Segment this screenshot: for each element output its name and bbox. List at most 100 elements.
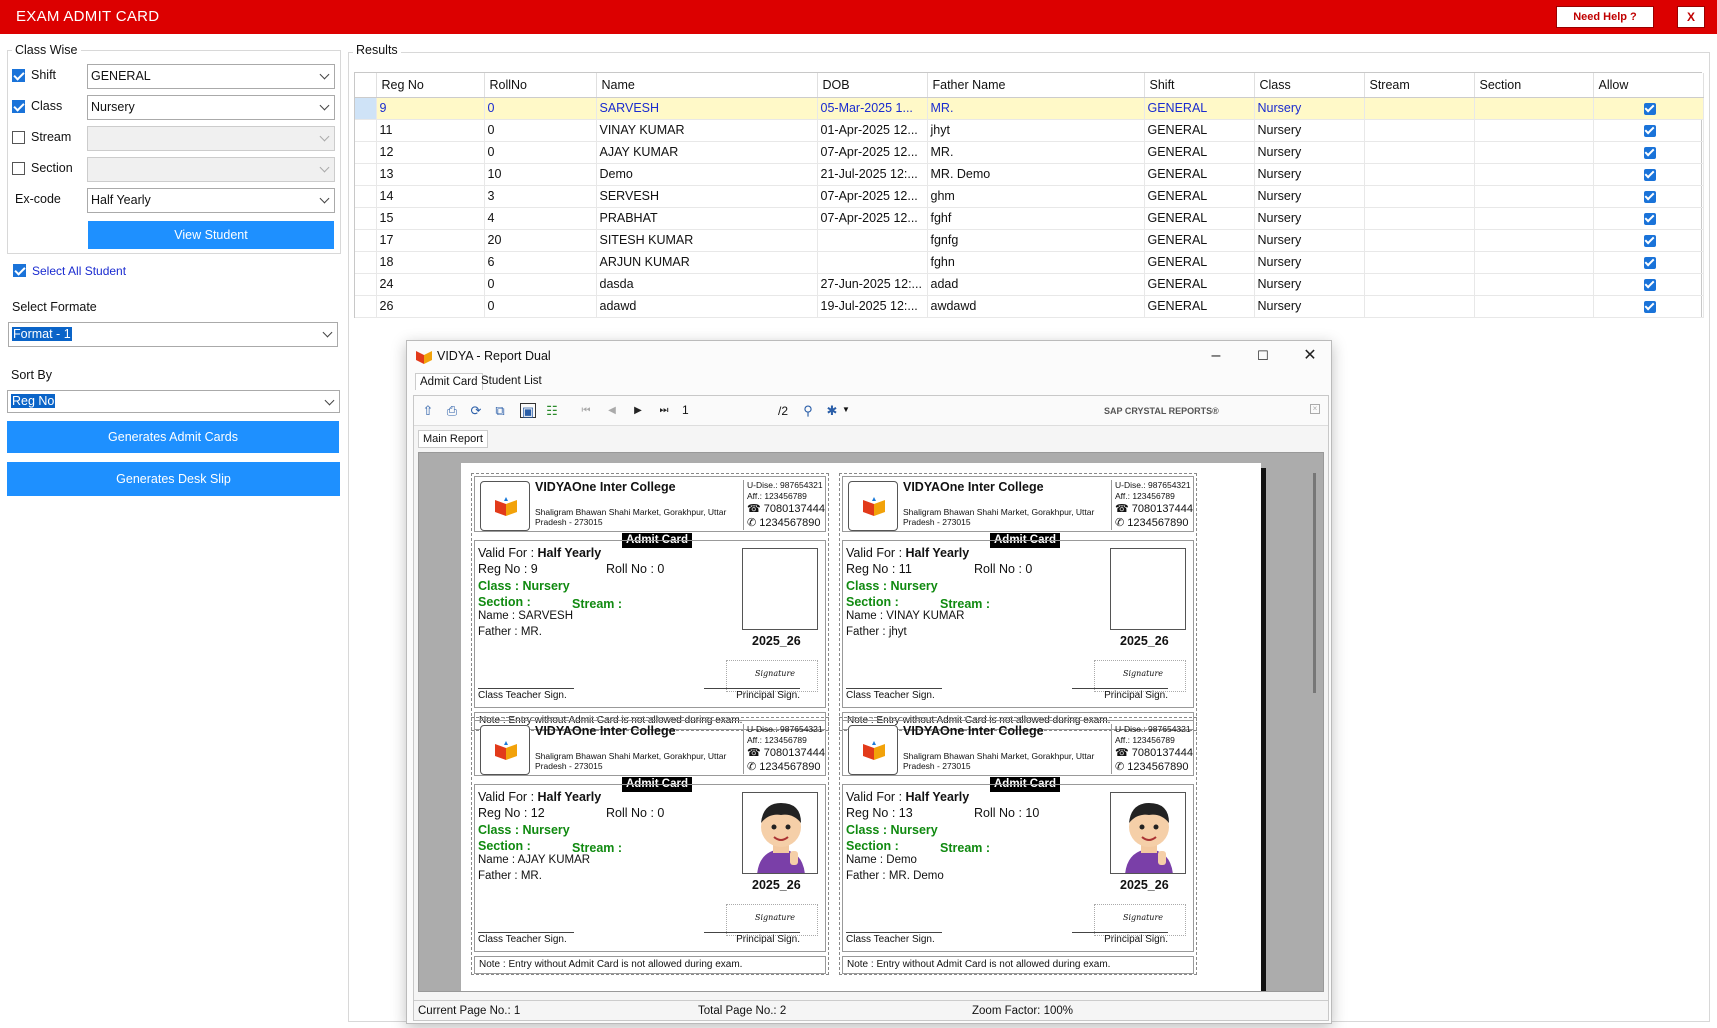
allow-checkbox[interactable]	[1643, 124, 1656, 137]
maximize-button[interactable]: ☐	[1248, 345, 1278, 367]
column-header[interactable]: Allow	[1593, 73, 1704, 98]
row-selector[interactable]	[355, 97, 377, 120]
phone-1: ☎ 7080137444	[1115, 502, 1195, 516]
table-cell: Nursery	[1254, 273, 1365, 296]
allow-checkbox[interactable]	[1643, 102, 1656, 115]
column-header[interactable]: Name	[596, 73, 818, 98]
vertical-scrollbar[interactable]	[1313, 473, 1316, 693]
table-row[interactable]: 18 6 ARJUN KUMAR fghn GENERAL Nursery	[355, 251, 1704, 274]
first-page-icon[interactable]: ⏮	[578, 403, 594, 418]
view-student-button[interactable]: View Student	[88, 221, 334, 249]
row-selector[interactable]	[355, 273, 377, 296]
section-checkbox[interactable]	[12, 162, 25, 175]
column-header[interactable]: Reg No	[376, 73, 485, 98]
sort-select[interactable]: Reg No	[7, 390, 340, 413]
find-icon[interactable]: ⚲	[800, 403, 816, 418]
main-report-tab[interactable]: Main Report	[418, 430, 488, 448]
select-all-label[interactable]: Select All Student	[32, 264, 126, 278]
table-cell: 27-Jun-2025 12:...	[817, 273, 928, 296]
affiliation: Aff.: 123456789	[747, 735, 807, 745]
table-cell: awdawd	[927, 295, 1145, 318]
row-selector[interactable]	[355, 163, 377, 186]
page-number-input[interactable]: 1	[678, 403, 774, 419]
crystal-brand: SAP CRYSTAL REPORTS®	[1104, 406, 1219, 416]
generate-admit-cards-button[interactable]: Generates Admit Cards	[7, 421, 339, 453]
class-checkbox[interactable]	[12, 100, 25, 113]
group-tree-icon[interactable]: ☷	[544, 403, 560, 418]
row-selector-header	[355, 73, 377, 98]
column-header[interactable]: Stream	[1364, 73, 1475, 98]
row-selector[interactable]	[355, 251, 377, 274]
row-selector[interactable]	[355, 141, 377, 164]
table-row[interactable]: 26 0 adawd 19-Jul-2025 12:... awdawd GENERAL N…	[355, 295, 1704, 318]
select-all-checkbox[interactable]	[13, 264, 26, 277]
minimize-button[interactable]: –	[1201, 345, 1231, 367]
page-total: /2	[778, 404, 789, 418]
allow-checkbox[interactable]	[1643, 234, 1656, 247]
table-row[interactable]: 11 0 VINAY KUMAR 01-Apr-2025 12... jhyt GENER…	[355, 119, 1704, 142]
toggle-panel-icon[interactable]: ▣	[520, 403, 536, 419]
affiliation: Aff.: 123456789	[1115, 735, 1175, 745]
column-header[interactable]: Father Name	[927, 73, 1145, 98]
row-selector[interactable]	[355, 185, 377, 208]
valid-label: Valid For :	[478, 546, 538, 560]
close-dialog-button[interactable]: ✕	[1295, 345, 1325, 367]
section-select[interactable]	[87, 157, 335, 182]
allow-checkbox[interactable]	[1643, 300, 1656, 313]
need-help-button[interactable]: Need Help ?	[1556, 6, 1654, 28]
table-row[interactable]: 13 10 Demo 21-Jul-2025 12:... MR. Demo GENERA…	[355, 163, 1704, 186]
excode-select[interactable]: Half Yearly	[87, 188, 335, 213]
row-selector[interactable]	[355, 295, 377, 318]
shift-checkbox[interactable]	[12, 69, 25, 82]
table-row[interactable]: 9 0 SARVESH 05-Mar-2025 1... MR. GENERAL Nurse…	[355, 97, 1704, 120]
zoom-dropdown-icon[interactable]: ▼	[842, 405, 850, 414]
grid-body: 9 0 SARVESH 05-Mar-2025 1... MR. GENERAL Nurse…	[355, 97, 1704, 318]
format-select[interactable]: Format - 1	[8, 322, 338, 347]
phone-1: ☎ 7080137444	[747, 502, 827, 516]
close-view-icon[interactable]: ×	[1310, 404, 1320, 414]
phone-icon: ☎	[1115, 747, 1132, 759]
column-header[interactable]: Section	[1474, 73, 1594, 98]
prev-page-icon[interactable]: ◀	[604, 403, 620, 418]
refresh-icon[interactable]: ⟳	[468, 403, 484, 418]
allow-checkbox[interactable]	[1643, 190, 1656, 203]
table-row[interactable]: 14 3 SERVESH 07-Apr-2025 12... ghm GENERAL Nur…	[355, 185, 1704, 208]
table-row[interactable]: 12 0 AJAY KUMAR 07-Apr-2025 12... MR. GENERAL…	[355, 141, 1704, 164]
close-app-button[interactable]: X	[1677, 6, 1705, 28]
row-selector[interactable]	[355, 207, 377, 230]
print-icon[interactable]: ⎙	[444, 403, 460, 418]
export-icon[interactable]: ⇧	[420, 403, 436, 418]
column-header[interactable]: RollNo	[484, 73, 597, 98]
column-header[interactable]: Class	[1254, 73, 1365, 98]
row-selector[interactable]	[355, 229, 377, 252]
column-header[interactable]: Shift	[1144, 73, 1255, 98]
row-selector[interactable]	[355, 119, 377, 142]
report-dialog[interactable]: VIDYA - Report Dual – ☐ ✕ Admit Card Stu…	[406, 340, 1332, 1024]
table-cell: 05-Mar-2025 1...	[817, 97, 928, 120]
results-table: Reg No RollNo Name DOB Father Name Shift Class…	[355, 73, 1704, 318]
zoom-icon[interactable]: ✱	[824, 403, 840, 418]
shift-select[interactable]: GENERAL	[87, 64, 335, 89]
allow-checkbox[interactable]	[1643, 146, 1656, 159]
column-header[interactable]: DOB	[817, 73, 928, 98]
table-row[interactable]: 17 20 SITESH KUMAR fgnfg GENERAL Nursery	[355, 229, 1704, 252]
tab-admit-card[interactable]: Admit Card	[415, 373, 483, 390]
tab-student-list[interactable]: Student List	[477, 373, 546, 389]
stream-select[interactable]	[87, 126, 335, 151]
table-row[interactable]: 24 0 dasda 27-Jun-2025 12:... adad GENERAL Nur…	[355, 273, 1704, 296]
allow-checkbox[interactable]	[1643, 168, 1656, 181]
generate-desk-slip-button[interactable]: Generates Desk Slip	[7, 462, 340, 496]
class-select[interactable]: Nursery	[87, 95, 335, 120]
allow-checkbox[interactable]	[1643, 278, 1656, 291]
next-page-icon[interactable]: ▶	[630, 403, 646, 418]
allow-checkbox[interactable]	[1643, 256, 1656, 269]
table-cell: 12	[376, 141, 485, 164]
copy-icon[interactable]: ⧉	[492, 403, 508, 418]
table-row[interactable]: 15 4 PRABHAT 07-Apr-2025 12... fghf GENERAL Nu…	[355, 207, 1704, 230]
last-page-icon[interactable]: ⏭	[656, 403, 672, 418]
session-year: 2025_26	[1120, 878, 1169, 892]
stream-checkbox[interactable]	[12, 131, 25, 144]
table-cell: 19-Jul-2025 12:...	[817, 295, 928, 318]
allow-checkbox[interactable]	[1643, 212, 1656, 225]
results-grid[interactable]: Reg No RollNo Name DOB Father Name Shift Class…	[354, 72, 1704, 318]
